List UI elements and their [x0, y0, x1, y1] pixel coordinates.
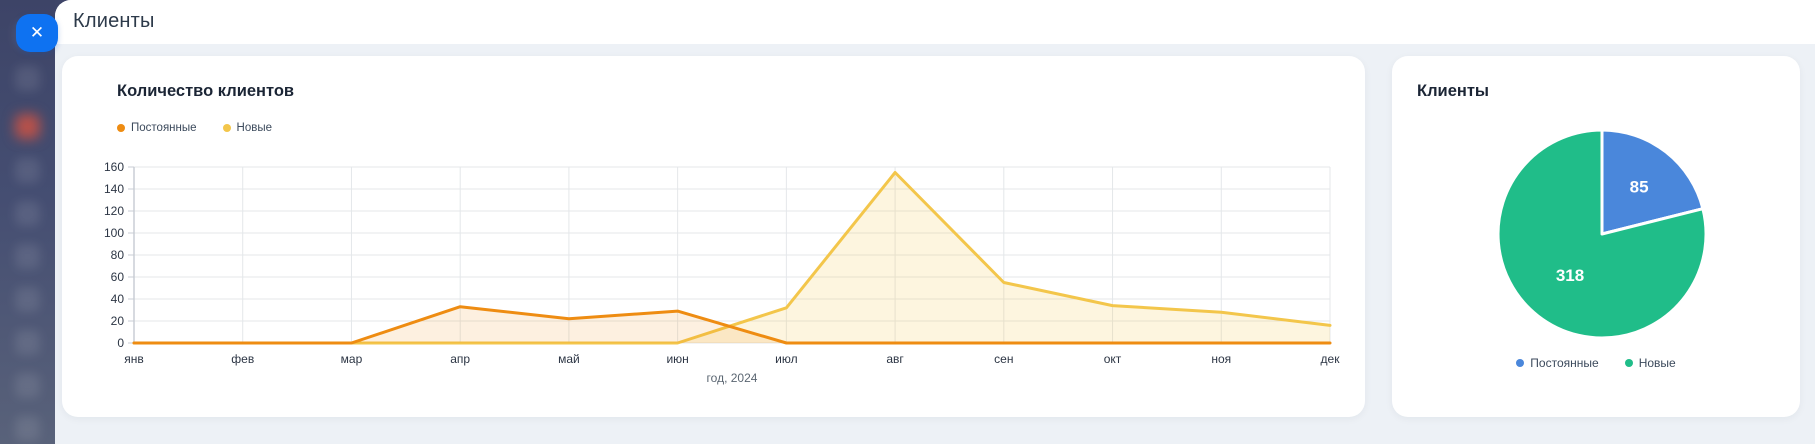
regular-slice-dot-icon [1516, 359, 1525, 367]
close-button[interactable]: ✕ [16, 14, 58, 52]
svg-text:дек: дек [1321, 352, 1341, 366]
new-slice-dot-icon [1624, 359, 1633, 367]
sidebar-ghost-icon [15, 373, 40, 398]
legend-label: Постоянные [1530, 356, 1599, 370]
svg-text:100: 100 [104, 226, 124, 240]
sidebar [0, 0, 55, 444]
svg-text:мар: мар [341, 352, 363, 366]
svg-text:окт: окт [1104, 352, 1122, 366]
svg-text:янв: янв [124, 352, 144, 366]
sidebar-ghost-icon [15, 66, 40, 91]
svg-text:60: 60 [111, 270, 125, 284]
svg-text:85: 85 [1630, 177, 1649, 196]
sidebar-ghost-icon [15, 416, 40, 441]
svg-text:120: 120 [104, 204, 124, 218]
legend-label: Новые [1638, 356, 1676, 370]
svg-text:80: 80 [111, 248, 125, 262]
sidebar-ghost-icon [15, 287, 40, 312]
svg-text:год, 2024: год, 2024 [707, 371, 758, 385]
svg-text:0: 0 [117, 336, 124, 350]
pie-chart-legend: Постоянные Новые [1392, 356, 1800, 370]
legend-item-regular[interactable]: Постоянные [1516, 356, 1599, 370]
topbar: Клиенты [55, 0, 1815, 44]
close-icon: ✕ [29, 23, 45, 42]
clients-count-card: Количество клиентов Постоянные Новые 0 20… [62, 56, 1365, 417]
svg-text:140: 140 [104, 182, 124, 196]
sidebar-ghost-icon [15, 201, 40, 226]
svg-text:апр: апр [450, 352, 470, 366]
clients-pie-card: Клиенты 85 318 Постоянные Новые [1392, 56, 1800, 417]
page-title: Клиенты [73, 10, 155, 32]
legend-item-new[interactable]: Новые [1624, 356, 1676, 370]
svg-text:20: 20 [111, 314, 125, 328]
svg-text:июл: июл [775, 352, 797, 366]
svg-text:май: май [558, 352, 580, 366]
svg-text:авг: авг [886, 352, 904, 366]
svg-text:40: 40 [111, 292, 125, 306]
content-area: Клиенты Количество клиентов Постоянные Н… [55, 0, 1815, 444]
svg-text:сен: сен [994, 352, 1013, 366]
sidebar-ghost-icon [15, 158, 40, 183]
svg-text:ноя: ноя [1211, 352, 1231, 366]
svg-text:318: 318 [1556, 266, 1584, 285]
sidebar-ghost-icon [15, 330, 40, 355]
svg-text:фев: фев [231, 352, 254, 366]
svg-text:160: 160 [104, 160, 124, 174]
clients-count-area-chart: 0 20 40 60 80 100 120 140 160 янв фев мар апр май июн и… [104, 160, 1341, 385]
sidebar-ghost-icon-red [15, 114, 40, 139]
svg-text:июн: июн [666, 352, 688, 366]
sidebar-ghost-icon [15, 244, 40, 269]
